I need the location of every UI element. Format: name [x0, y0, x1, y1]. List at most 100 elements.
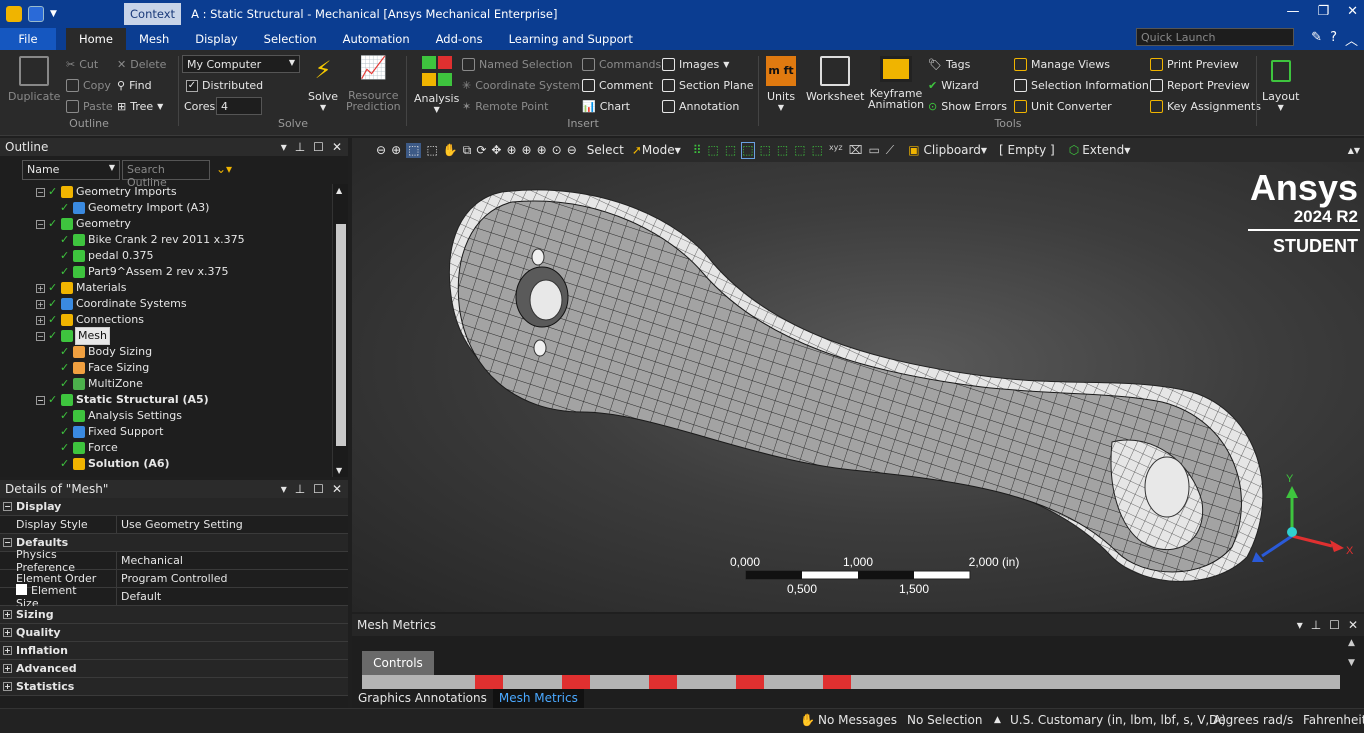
- details-property-value[interactable]: Default: [116, 587, 161, 606]
- graph-icon[interactable]: ⟋: [886, 143, 894, 158]
- zoom-previous-icon[interactable]: ⊖: [567, 143, 577, 158]
- maximize-icon[interactable]: ❐: [1317, 4, 1329, 19]
- cores-input[interactable]: 4: [216, 97, 262, 115]
- units-button[interactable]: m ft Units ▼: [766, 56, 796, 112]
- resource-prediction-button[interactable]: 📈 Resource Prediction: [346, 56, 401, 112]
- zoom-fit-icon[interactable]: ⊕: [537, 143, 547, 158]
- tree-node[interactable]: ✓ MultiZone: [60, 376, 143, 392]
- details-property-row[interactable]: Element Size Default: [0, 583, 348, 610]
- select-body-icon[interactable]: ⬚: [741, 141, 755, 159]
- scroll-up-icon[interactable]: ▲: [336, 186, 342, 195]
- toolbar-overflow-icon[interactable]: ▲▼: [1348, 146, 1360, 155]
- select-element-face-icon[interactable]: ⬚: [777, 143, 788, 158]
- panel-menu-icon[interactable]: ▾: [281, 140, 287, 154]
- iso-view-icon[interactable]: ⬚: [406, 142, 422, 158]
- worksheet-button[interactable]: Worksheet: [806, 56, 864, 103]
- tab-add-ons[interactable]: Add-ons: [423, 28, 496, 50]
- tab-mesh[interactable]: Mesh: [126, 28, 182, 50]
- expand-toggle-icon[interactable]: +: [3, 682, 12, 691]
- select-vertex-icon[interactable]: ⠿: [693, 143, 702, 158]
- tab-selection[interactable]: Selection: [251, 28, 330, 50]
- unit-converter-button[interactable]: Unit Converter: [1014, 100, 1112, 113]
- angle-unit-status[interactable]: Degrees: [1209, 713, 1259, 727]
- tree-node[interactable]: ✓ Part9^Assem 2 rev x.375: [60, 264, 228, 280]
- details-category[interactable]: + Sizing: [0, 606, 348, 624]
- scroll-up-icon[interactable]: ▲: [1348, 638, 1355, 648]
- tab-automation[interactable]: Automation: [330, 28, 423, 50]
- maximize-panel-icon[interactable]: ☐: [1329, 618, 1340, 632]
- details-property-row[interactable]: Display Style Use Geometry Setting: [0, 515, 348, 534]
- property-checkbox[interactable]: [16, 583, 27, 595]
- xyz-coordinate-icon[interactable]: xyz: [829, 143, 843, 158]
- close-panel-icon[interactable]: ✕: [1348, 618, 1358, 632]
- tab-display[interactable]: Display: [182, 28, 250, 50]
- tree-node[interactable]: ✓ Geometry Import (A3): [60, 200, 209, 216]
- remote-point-button[interactable]: ✶ Remote Point: [462, 100, 548, 113]
- tree-node[interactable]: − ✓ Geometry: [36, 216, 131, 232]
- details-property-value[interactable]: Use Geometry Setting: [116, 515, 243, 534]
- tree-node[interactable]: − ✓ Mesh: [36, 327, 110, 345]
- expand-toggle-icon[interactable]: −: [36, 331, 45, 341]
- details-property-value[interactable]: Program Controlled: [116, 569, 227, 588]
- maximize-panel-icon[interactable]: ☐: [313, 140, 324, 154]
- key-assignments-button[interactable]: Key Assignments: [1150, 100, 1261, 113]
- magnifier-icon[interactable]: ⊙: [552, 143, 562, 158]
- metrics-scrollbar[interactable]: ▲ ▼: [1348, 638, 1362, 688]
- pin-icon[interactable]: ⊥: [295, 482, 305, 496]
- select-edge-icon[interactable]: ⬚: [708, 143, 719, 158]
- selection-information-button[interactable]: Selection Information: [1014, 79, 1149, 92]
- tree-node[interactable]: ✓ Face Sizing: [60, 360, 149, 376]
- close-icon[interactable]: ✕: [1347, 4, 1358, 19]
- outline-filter-select[interactable]: Name ▼: [22, 160, 120, 180]
- extend-dropdown[interactable]: Extend: [1082, 143, 1124, 157]
- annotation-button[interactable]: Annotation: [662, 100, 739, 113]
- panel-menu-icon[interactable]: ▾: [1297, 618, 1303, 632]
- show-errors-button[interactable]: ⊙ Show Errors: [928, 100, 1007, 113]
- keyframe-animation-button[interactable]: Keyframe Animation: [868, 56, 924, 110]
- expand-toggle-icon[interactable]: +: [3, 664, 12, 673]
- graphics-viewport[interactable]: Ansys 2024 R2 STUDENT 0,000 1,000 2,000 …: [352, 162, 1364, 612]
- coordinate-system-button[interactable]: ✳ Coordinate System: [462, 79, 580, 92]
- select-face-icon[interactable]: ⬚: [725, 143, 736, 158]
- tree-button[interactable]: ⊞ Tree ▼: [117, 100, 163, 113]
- tree-node[interactable]: ✓ Analysis Settings: [60, 408, 182, 424]
- images-button[interactable]: Images ▼: [662, 58, 729, 71]
- outline-scrollbar[interactable]: ▲ ▼: [332, 184, 348, 477]
- print-preview-button[interactable]: Print Preview: [1150, 58, 1239, 71]
- expand-toggle-icon[interactable]: +: [36, 299, 45, 309]
- wizard-button[interactable]: ✔ Wizard: [928, 79, 979, 92]
- outline-search-input[interactable]: Search Outline: [122, 160, 210, 189]
- details-category[interactable]: + Quality: [0, 624, 348, 642]
- expand-toggle-icon[interactable]: −: [36, 187, 45, 197]
- select-label[interactable]: Select: [587, 143, 624, 157]
- scroll-down-icon[interactable]: ▼: [1348, 658, 1355, 668]
- tree-node[interactable]: − ✓ Static Structural (A5): [36, 392, 209, 408]
- details-category[interactable]: + Statistics: [0, 678, 348, 696]
- rate-unit-status[interactable]: rad/s: [1263, 713, 1293, 727]
- customize-dropdown-icon[interactable]: ▼: [50, 9, 57, 19]
- tab-graphics-annotations[interactable]: Graphics Annotations: [352, 689, 493, 708]
- help-icon[interactable]: ?: [1330, 30, 1337, 49]
- panel-menu-icon[interactable]: ▾: [281, 482, 287, 496]
- feedback-icon[interactable]: ✎: [1311, 30, 1322, 49]
- maximize-panel-icon[interactable]: ☐: [313, 482, 324, 496]
- comment-button[interactable]: Comment: [582, 79, 653, 92]
- ansys-app-icon[interactable]: [6, 6, 22, 22]
- expand-toggle-icon[interactable]: +: [3, 646, 12, 655]
- pan-hand-icon[interactable]: ✋: [443, 143, 458, 158]
- zoom-out-icon[interactable]: ⊖: [376, 143, 386, 158]
- tree-node[interactable]: + ✓ Connections: [36, 312, 144, 328]
- find-button[interactable]: ⚲ Find: [117, 79, 152, 92]
- pin-icon[interactable]: ⊥: [295, 140, 305, 154]
- close-panel-icon[interactable]: ✕: [332, 482, 342, 496]
- tree-node[interactable]: ✓ Fixed Support: [60, 424, 164, 440]
- pin-icon[interactable]: ⊥: [1311, 618, 1321, 632]
- select-element-icon[interactable]: ⬚: [794, 143, 805, 158]
- tree-node[interactable]: − ✓ Geometry Imports: [36, 184, 177, 200]
- duplicate-button[interactable]: Duplicate: [8, 56, 60, 103]
- chart-button[interactable]: 📊 Chart: [582, 100, 630, 113]
- expand-toggle-icon[interactable]: −: [36, 219, 45, 229]
- unit-system-status[interactable]: U.S. Customary (in, lbm, lbf, s, V, A): [1010, 713, 1226, 727]
- details-property-value[interactable]: Mechanical: [116, 551, 183, 570]
- select-mesh-icon[interactable]: ⬚: [812, 143, 823, 158]
